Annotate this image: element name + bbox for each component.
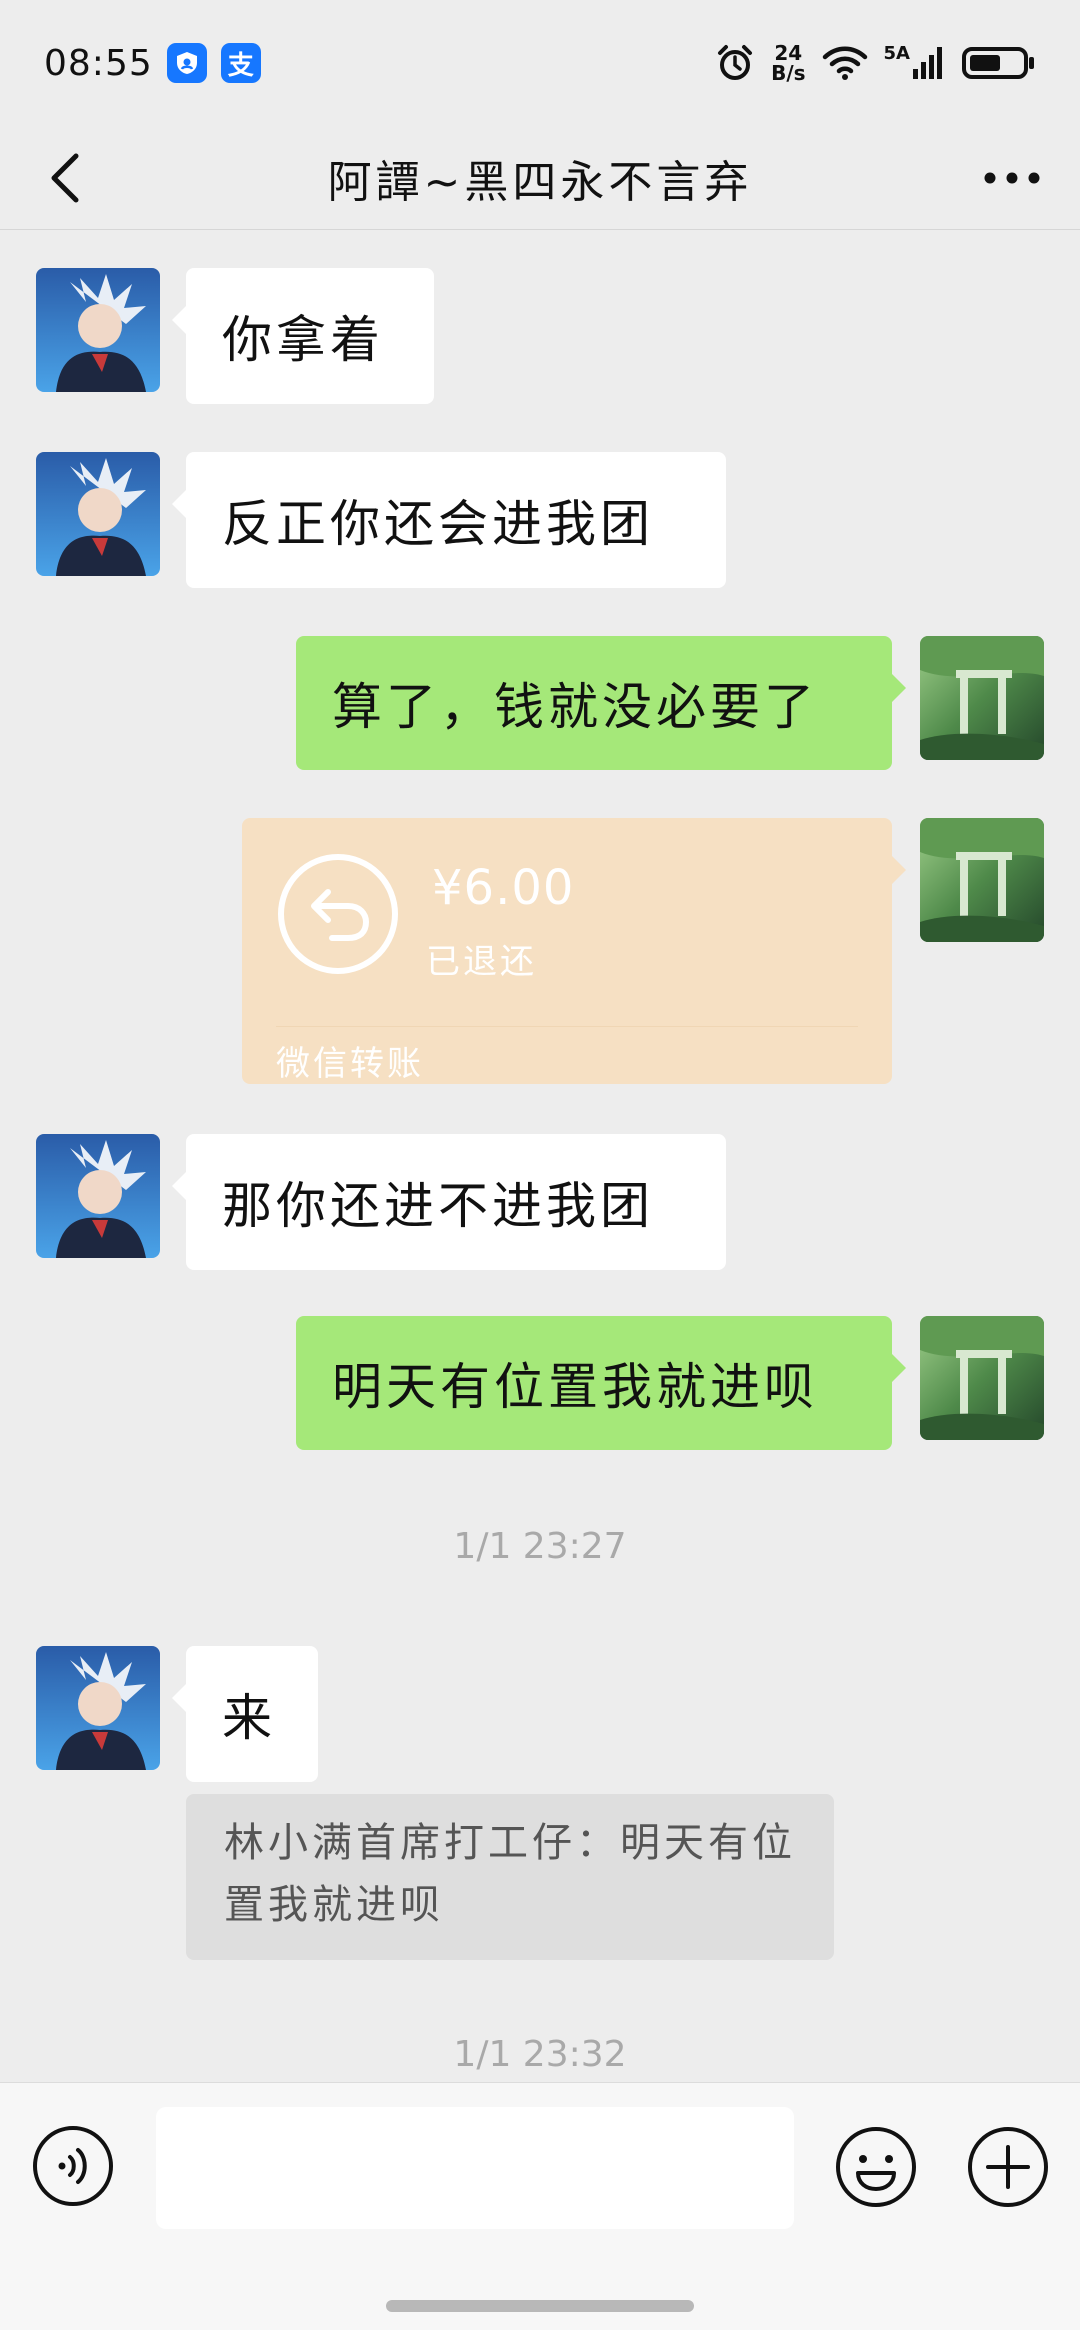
battery-icon xyxy=(962,47,1034,79)
contact-avatar[interactable] xyxy=(36,268,160,392)
quoted-message-text: 林小满首席打工仔：明天有位置我就进呗 xyxy=(224,1820,796,1928)
cell-signal-icon: 5A xyxy=(884,45,946,81)
refund-icon xyxy=(278,854,398,974)
message-bubble-incoming[interactable]: 反正你还会进我团 xyxy=(172,452,726,588)
more-dots-icon xyxy=(984,172,1040,184)
message-bubble-outgoing[interactable]: 算了，钱就没必要了 xyxy=(296,636,906,770)
plus-icon xyxy=(968,2127,1048,2207)
message-bubble-incoming[interactable]: 你拿着 xyxy=(172,268,434,404)
shield-app-icon xyxy=(166,43,207,83)
more-actions-button[interactable] xyxy=(966,2125,1050,2209)
chat-title: 阿譚~黑四永不言弃 xyxy=(327,156,753,208)
message-text: 那你还进不进我团 xyxy=(222,1177,654,1235)
message-bubble-outgoing[interactable]: 明天有位置我就进呗 xyxy=(296,1316,906,1450)
input-bar xyxy=(0,2082,1080,2330)
message-text: 来 xyxy=(222,1689,276,1747)
contact-avatar[interactable] xyxy=(36,1134,160,1258)
network-type: 5A xyxy=(883,43,910,64)
chat-header: 阿譚~黑四永不言弃 xyxy=(0,126,1080,230)
voice-button[interactable] xyxy=(32,2125,114,2207)
contact-avatar[interactable] xyxy=(36,452,160,576)
chevron-left-icon xyxy=(51,153,79,203)
status-bar: 08:55 支 24 B/s 5A xyxy=(0,0,1080,126)
back-button[interactable] xyxy=(40,150,96,206)
network-speed: 24 B/s xyxy=(771,43,805,83)
message-bubble-incoming[interactable]: 来 xyxy=(172,1646,318,1782)
message-timestamp: 1/1 23:27 xyxy=(453,1526,627,1567)
my-avatar[interactable] xyxy=(920,1316,1044,1440)
status-time: 08:55 xyxy=(44,42,153,84)
status-right: 24 B/s 5A xyxy=(715,43,1036,83)
message-text: 反正你还会进我团 xyxy=(222,495,654,553)
status-left: 08:55 支 xyxy=(44,43,261,84)
home-indicator[interactable] xyxy=(386,2300,694,2312)
message-bubble-incoming[interactable]: 那你还进不进我团 xyxy=(172,1134,726,1270)
message-text: 你拿着 xyxy=(222,311,384,369)
emoji-button[interactable] xyxy=(834,2125,918,2209)
transfer-status: 已退还 xyxy=(426,942,537,982)
wifi-icon xyxy=(822,46,867,80)
net-speed-unit: B/s xyxy=(771,61,806,85)
message-text: 明天有位置我就进呗 xyxy=(332,1358,818,1416)
net-speed-value: 24 xyxy=(774,41,803,65)
transfer-card[interactable]: ¥6.00 已退还 微信转账 xyxy=(242,818,906,1084)
contact-avatar[interactable] xyxy=(36,1646,160,1770)
alipay-icon: 支 xyxy=(220,43,261,83)
transfer-divider xyxy=(276,1026,858,1027)
message-text: 算了，钱就没必要了 xyxy=(332,678,818,736)
my-avatar[interactable] xyxy=(920,818,1044,942)
transfer-amount: ¥6.00 xyxy=(432,860,575,916)
alarm-icon xyxy=(718,45,753,80)
more-button[interactable] xyxy=(980,150,1044,206)
message-timestamp: 1/1 23:32 xyxy=(453,2034,627,2075)
my-avatar[interactable] xyxy=(920,636,1044,760)
emoji-icon xyxy=(836,2127,916,2207)
message-input[interactable] xyxy=(156,2107,794,2229)
quoted-message[interactable]: 林小满首席打工仔：明天有位置我就进呗 xyxy=(186,1794,834,1960)
transfer-label: 微信转账 xyxy=(276,1044,424,1084)
voice-icon xyxy=(33,2126,113,2206)
